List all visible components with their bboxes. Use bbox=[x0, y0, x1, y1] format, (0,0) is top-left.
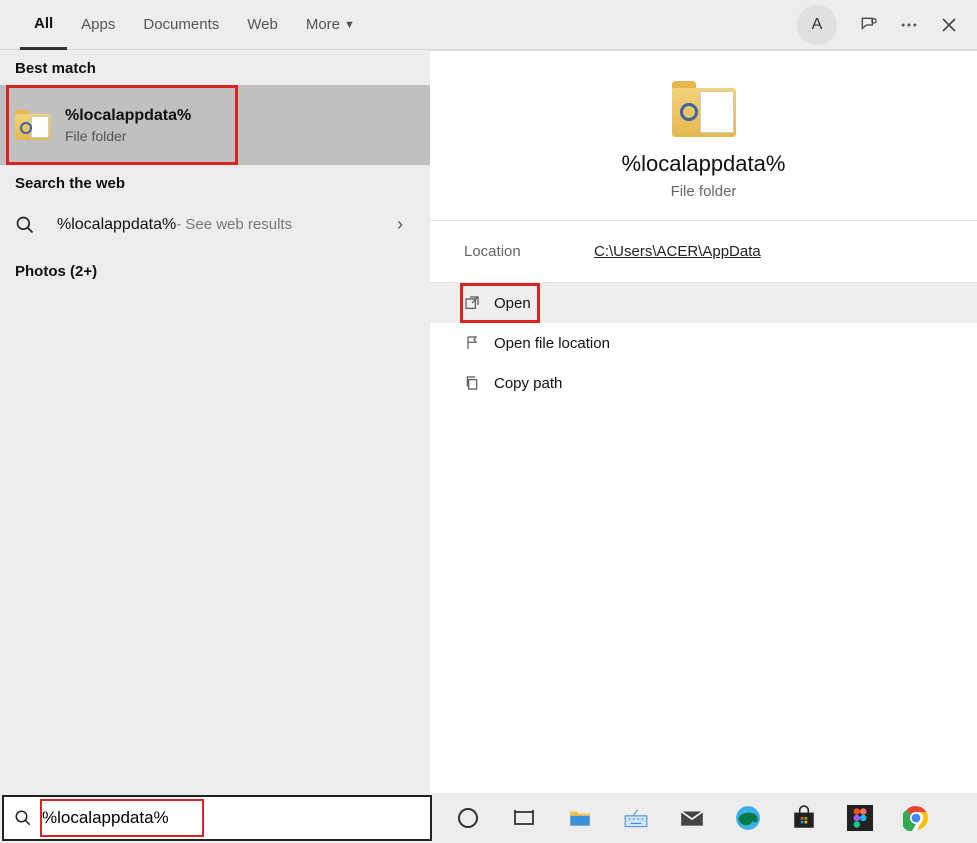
action-open[interactable]: Open bbox=[430, 283, 977, 323]
figma-icon[interactable] bbox=[846, 804, 874, 832]
search-scope-tabs: All Apps Documents Web More ▼ A bbox=[0, 0, 977, 50]
chevron-down-icon: ▼ bbox=[344, 19, 355, 31]
action-copy-path[interactable]: Copy path bbox=[430, 363, 977, 403]
action-open-location-label: Open file location bbox=[494, 335, 610, 352]
web-search-result[interactable]: %localappdata% - See web results › bbox=[0, 200, 430, 249]
web-query: %localappdata% bbox=[57, 216, 176, 234]
location-label: Location bbox=[464, 243, 594, 260]
file-explorer-icon[interactable] bbox=[566, 804, 594, 832]
store-icon[interactable] bbox=[790, 804, 818, 832]
chrome-icon[interactable] bbox=[902, 804, 930, 832]
action-open-location[interactable]: Open file location bbox=[430, 323, 977, 363]
result-text: %localappdata% File folder bbox=[65, 107, 191, 144]
feedback-icon[interactable] bbox=[849, 5, 889, 45]
best-match-result[interactable]: %localappdata% File folder bbox=[0, 85, 430, 165]
result-title: %localappdata% bbox=[65, 107, 191, 125]
search-icon bbox=[15, 215, 39, 235]
task-view-icon[interactable] bbox=[510, 804, 538, 832]
search-input[interactable] bbox=[42, 797, 430, 839]
keyboard-icon[interactable] bbox=[622, 804, 650, 832]
folder-icon-large bbox=[672, 81, 736, 137]
tab-web[interactable]: Web bbox=[233, 0, 292, 50]
mail-icon[interactable] bbox=[678, 804, 706, 832]
preview-panel: %localappdata% File folder Location C:\U… bbox=[430, 50, 977, 793]
taskbar bbox=[0, 793, 977, 843]
tab-apps[interactable]: Apps bbox=[67, 0, 129, 50]
tab-more-label: More bbox=[306, 16, 340, 33]
search-box[interactable] bbox=[2, 795, 432, 841]
search-icon bbox=[4, 809, 42, 827]
best-match-header: Best match bbox=[0, 50, 430, 85]
results-panel: Best match %localappdata% File folder Se… bbox=[0, 50, 430, 793]
search-web-header: Search the web bbox=[0, 165, 430, 200]
close-icon[interactable] bbox=[929, 5, 969, 45]
preview-title: %localappdata% bbox=[430, 151, 977, 177]
result-subtitle: File folder bbox=[65, 128, 191, 144]
user-avatar[interactable]: A bbox=[797, 5, 837, 45]
preview-subtitle: File folder bbox=[430, 183, 977, 200]
tab-more[interactable]: More ▼ bbox=[292, 0, 369, 50]
edge-icon[interactable] bbox=[734, 804, 762, 832]
folder-icon bbox=[15, 110, 51, 140]
open-location-icon bbox=[464, 335, 492, 351]
web-suffix: - See web results bbox=[176, 216, 292, 233]
location-row: Location C:\Users\ACER\AppData bbox=[430, 221, 977, 282]
cortana-icon[interactable] bbox=[454, 804, 482, 832]
more-options-icon[interactable] bbox=[889, 5, 929, 45]
copy-icon bbox=[464, 375, 492, 391]
tab-all[interactable]: All bbox=[20, 0, 67, 50]
tab-documents[interactable]: Documents bbox=[129, 0, 233, 50]
chevron-right-icon: › bbox=[397, 214, 403, 235]
instruction-highlight bbox=[460, 283, 540, 323]
action-copy-path-label: Copy path bbox=[494, 375, 562, 392]
location-path[interactable]: C:\Users\ACER\AppData bbox=[594, 243, 761, 260]
photos-section[interactable]: Photos (2+) bbox=[0, 249, 430, 294]
